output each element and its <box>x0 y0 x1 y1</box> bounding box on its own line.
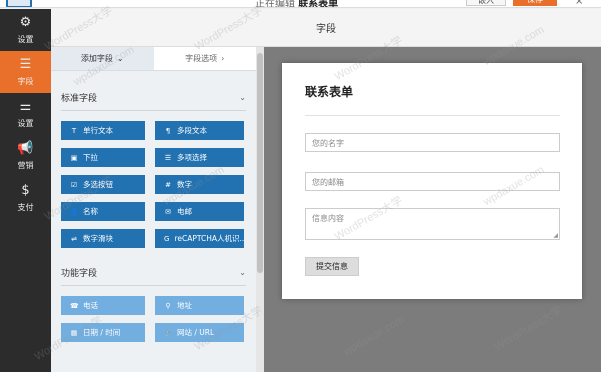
message-field[interactable]: 信息内容 ◢ <box>305 208 560 240</box>
field-button-label: reCAPTCHA人机识... <box>174 234 244 243</box>
chevron-right-icon: › <box>221 54 225 63</box>
fields-panel: 添加字段 ⌄ 字段选项 › 标准字段 ⌄ T 单行文本 ¶ 多段文本 ▣ 下拉 ☰ 多项… <box>51 47 256 372</box>
list-icon: ☰ <box>164 153 172 162</box>
google-icon: G <box>164 234 170 243</box>
field-button-address[interactable]: ⚲ 地址 <box>155 296 244 315</box>
field-button-single-line-text[interactable]: T 单行文本 <box>61 121 145 140</box>
message-placeholder: 信息内容 <box>312 214 344 223</box>
sidebar-item-label: 营销 <box>17 160 34 170</box>
field-button-website-url[interactable]: 🔗 网站 / URL <box>155 323 244 342</box>
field-button-numbers[interactable]: # 数字 <box>155 175 244 194</box>
tab-label: 添加字段 <box>80 54 113 63</box>
field-button-label: 网站 / URL <box>177 328 215 337</box>
field-button-label: 下拉 <box>83 153 98 162</box>
field-button-number-slider[interactable]: ⇌ 数字滑块 <box>61 229 145 248</box>
group-title: 功能字段 <box>61 269 98 279</box>
calendar-icon: ▦ <box>70 328 78 337</box>
field-button-paragraph-text[interactable]: ¶ 多段文本 <box>155 121 244 140</box>
tab-add-fields[interactable]: 添加字段 ⌄ <box>51 47 154 71</box>
section-header: 字段 <box>51 9 601 47</box>
field-button-label: 名称 <box>83 207 98 216</box>
save-button[interactable]: 保存 <box>513 0 557 6</box>
list-icon: ☰ <box>19 56 32 72</box>
sliders-icon: ⚌ <box>19 98 32 114</box>
field-button-checkboxes[interactable]: ☑ 多选按钮 <box>61 175 145 194</box>
divider <box>305 115 560 116</box>
chevron-down-icon: ⌄ <box>239 268 246 277</box>
field-button-label: 单行文本 <box>83 126 113 135</box>
chevron-down-icon: ⌄ <box>239 93 246 102</box>
editing-breadcrumb: 正在编辑 联系表单 <box>255 0 339 8</box>
sidebar-item-fields[interactable]: ☰ 字段 <box>0 51 51 93</box>
field-button-email[interactable]: ✉ 电邮 <box>155 202 244 221</box>
sidebar-item-payments[interactable]: $ 支付 <box>0 177 51 219</box>
field-button-label: 电邮 <box>177 207 192 216</box>
fancy-fields-grid: ☎ 电话 ⚲ 地址 ▦ 日期 / 时间 🔗 网站 / URL <box>61 296 256 342</box>
paragraph-icon: ¶ <box>165 126 171 135</box>
panel-tabs: 添加字段 ⌄ 字段选项 › <box>51 47 256 71</box>
field-button-phone[interactable]: ☎ 电话 <box>61 296 145 315</box>
field-button-recaptcha[interactable]: GreCAPTCHA人机识... <box>155 229 244 248</box>
group-title: 标准字段 <box>61 94 98 104</box>
checkbox-icon: ☑ <box>70 180 78 189</box>
field-button-date-time[interactable]: ▦ 日期 / 时间 <box>61 323 145 342</box>
sidebar-item-label: 字段 <box>17 76 34 86</box>
hash-icon: # <box>165 180 171 189</box>
slider-icon: ⇌ <box>71 234 77 243</box>
sidebar-item-setup[interactable]: ⚙ 设置 <box>0 9 51 51</box>
form-preview-card: 联系表单 您的名字 您的邮箱 信息内容 ◢ 提交信息 <box>282 63 582 299</box>
field-button-label: 多段文本 <box>177 126 207 135</box>
section-title: 字段 <box>316 24 336 35</box>
scrollbar-thumb[interactable] <box>257 53 263 273</box>
map-pin-icon: ⚲ <box>165 301 171 310</box>
field-button-name[interactable]: 👤 名称 <box>61 202 145 221</box>
dropdown-icon: ▣ <box>70 153 78 162</box>
builder-sidebar: ⚙ 设置 ☰ 字段 ⚌ 设置 📢 营销 $ 支付 <box>0 9 51 372</box>
form-preview-area: 联系表单 您的名字 您的邮箱 信息内容 ◢ 提交信息 <box>264 47 601 372</box>
top-toolbar: 正在编辑 联系表单 嵌入 保存 × <box>0 0 601 8</box>
close-icon[interactable]: × <box>575 0 583 7</box>
wpforms-logo <box>6 0 32 7</box>
standard-fields-grid: T 单行文本 ¶ 多段文本 ▣ 下拉 ☰ 多项选择 ☑ 多选按钮 # 数字 👤 名称 ✉ 电邮 … <box>61 121 256 248</box>
field-button-dropdown[interactable]: ▣ 下拉 <box>61 148 145 167</box>
form-title: 联系表单 <box>305 85 354 99</box>
field-button-label: 地址 <box>177 301 192 310</box>
field-button-label: 日期 / 时间 <box>83 328 121 337</box>
form-name: 联系表单 <box>298 0 339 8</box>
tab-field-options[interactable]: 字段选项 › <box>153 47 256 71</box>
link-icon: 🔗 <box>164 328 173 337</box>
gear-icon: ⚙ <box>19 14 32 30</box>
email-field[interactable]: 您的邮箱 <box>305 172 560 191</box>
user-icon: 👤 <box>70 207 79 216</box>
dollar-icon: $ <box>21 182 30 198</box>
resize-grip-icon[interactable]: ◢ <box>553 232 558 239</box>
field-button-multiple-choice[interactable]: ☰ 多项选择 <box>155 148 244 167</box>
name-field[interactable]: 您的名字 <box>305 133 560 152</box>
editing-label: 正在编辑 <box>255 0 295 8</box>
megaphone-icon: 📢 <box>17 140 34 156</box>
panel-scrollbar[interactable] <box>256 47 264 372</box>
field-button-label: 数字滑块 <box>83 234 113 243</box>
standard-fields-header[interactable]: 标准字段 ⌄ <box>61 89 246 111</box>
text-icon: T <box>71 126 77 135</box>
field-button-label: 多项选择 <box>177 153 207 162</box>
submit-button[interactable]: 提交信息 <box>305 257 359 276</box>
fancy-fields-header[interactable]: 功能字段 ⌄ <box>61 264 246 286</box>
sidebar-item-label: 设置 <box>17 34 34 44</box>
sidebar-item-label: 支付 <box>17 202 34 212</box>
field-button-label: 数字 <box>177 180 192 189</box>
sidebar-item-settings[interactable]: ⚌ 设置 <box>0 93 51 135</box>
field-button-label: 电话 <box>83 301 98 310</box>
chevron-down-icon: ⌄ <box>116 54 124 63</box>
tab-label: 字段选项 <box>185 54 218 63</box>
sidebar-item-label: 设置 <box>17 118 34 128</box>
field-button-label: 多选按钮 <box>83 180 113 189</box>
sidebar-item-marketing[interactable]: 📢 营销 <box>0 135 51 177</box>
envelope-icon: ✉ <box>165 207 171 216</box>
phone-icon: ☎ <box>70 301 79 310</box>
embed-button[interactable]: 嵌入 <box>466 0 506 6</box>
